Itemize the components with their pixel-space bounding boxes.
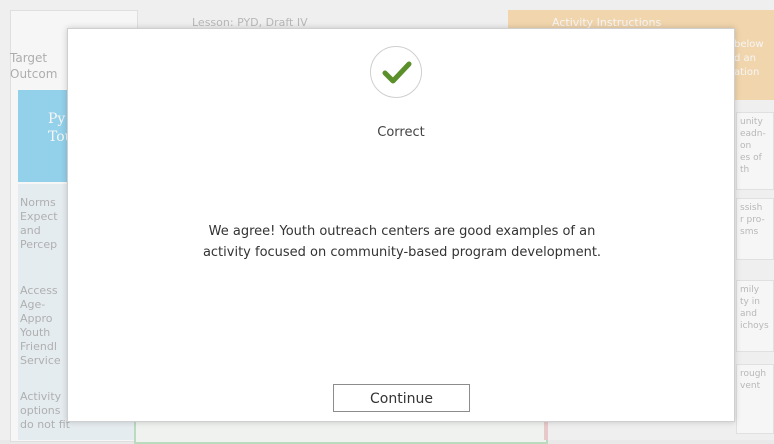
outcome-norms: Norms Expect and Percep xyxy=(20,196,58,251)
feedback-dialog: Correct We agree! Youth outreach centers… xyxy=(67,28,735,422)
result-title: Correct xyxy=(377,125,425,140)
outcome-activity-options: Activity options do not fit xyxy=(20,390,70,431)
target-outcome-label: Target Outcom xyxy=(10,51,58,81)
activity-card[interactable]: ssish r pro- sms xyxy=(736,198,774,260)
activity-card[interactable]: unity eadn- on es of th xyxy=(736,112,774,190)
check-icon xyxy=(382,61,412,84)
outcome-access: Access Age- Appro Youth Friendl Service xyxy=(20,284,61,367)
feedback-text: We agree! Youth outreach centers are goo… xyxy=(202,224,602,260)
success-badge xyxy=(370,46,422,98)
continue-button[interactable]: Continue xyxy=(333,384,470,412)
activity-card[interactable]: rough vent xyxy=(736,364,774,434)
activity-card[interactable]: mily ty in and ichoys xyxy=(736,280,774,352)
